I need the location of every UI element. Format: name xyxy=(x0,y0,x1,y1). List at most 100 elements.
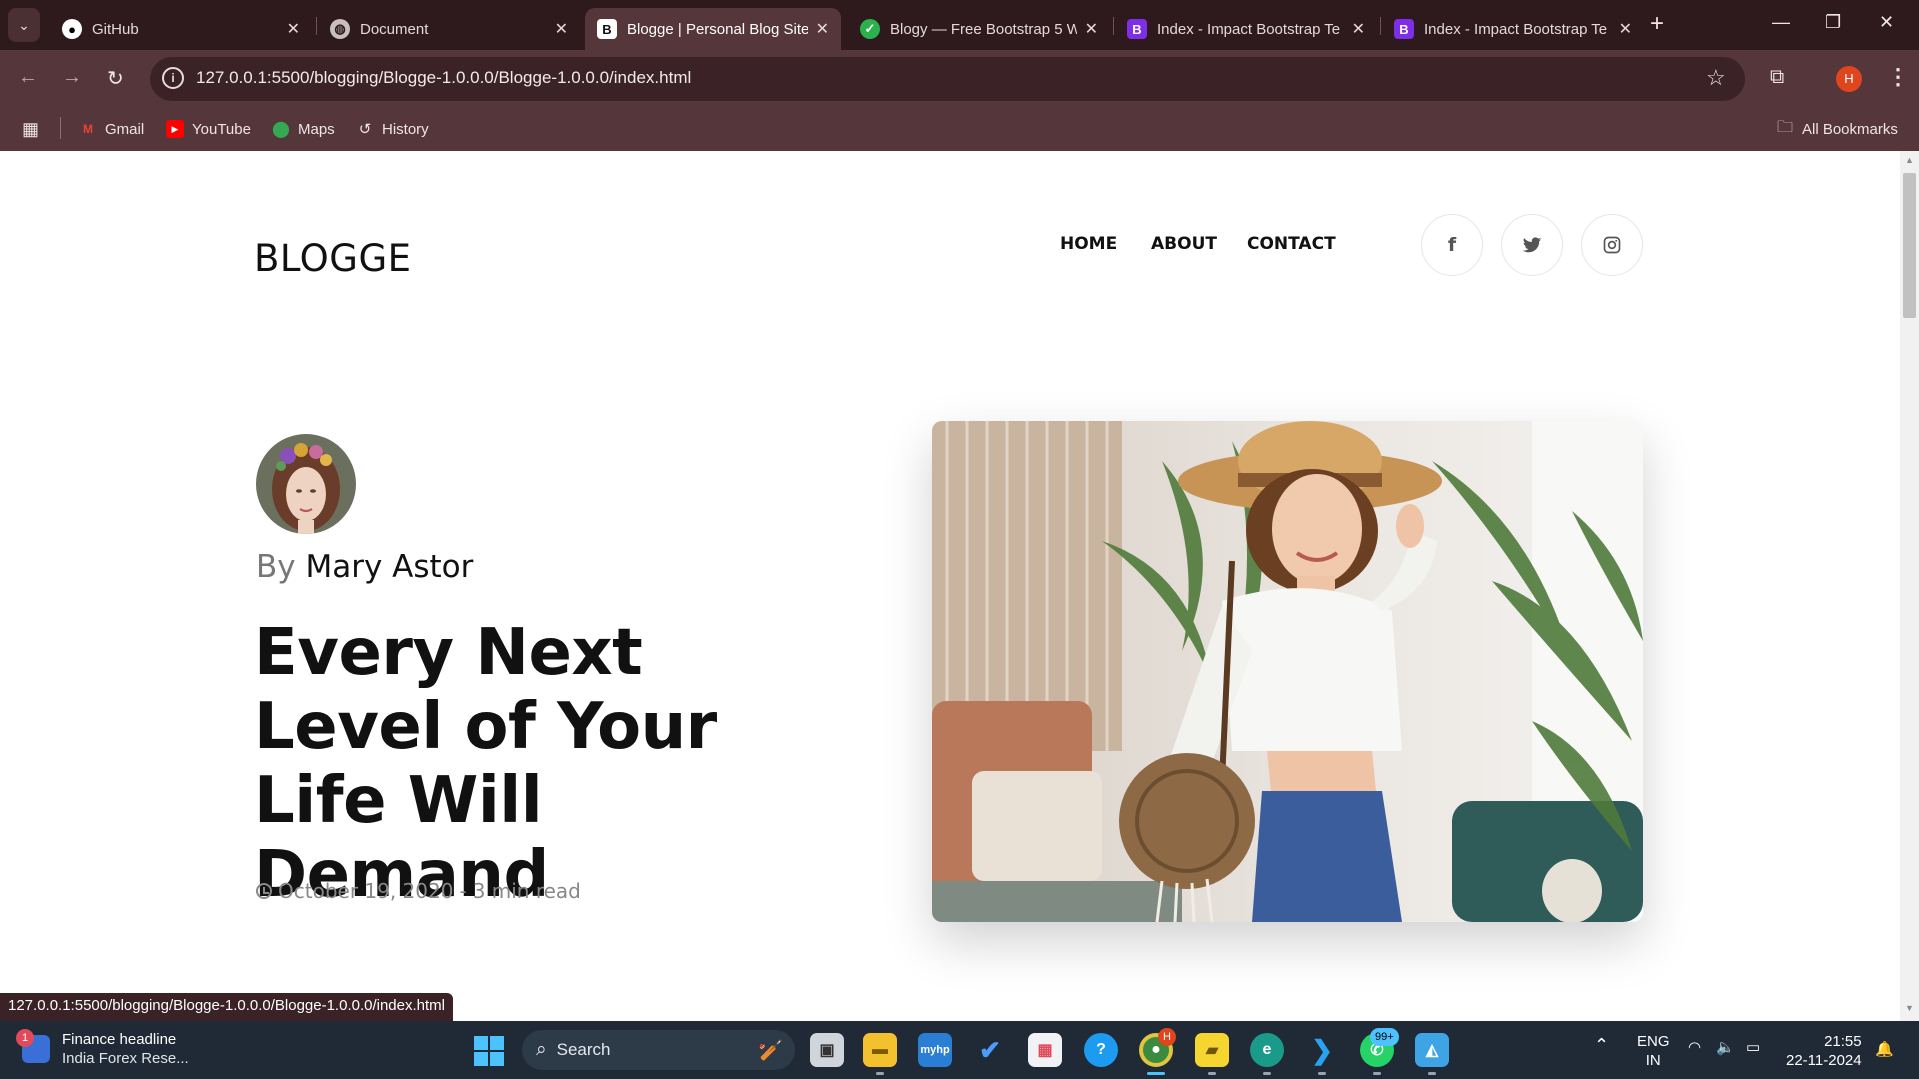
tab-impact-2[interactable]: B Index - Impact Bootstrap Te ✕ xyxy=(1382,8,1644,50)
tab-impact-1[interactable]: B Index - Impact Bootstrap Te ✕ xyxy=(1115,8,1377,50)
tab-title: Document xyxy=(360,20,429,38)
read-time: 3 min read xyxy=(472,879,581,903)
finance-widget-icon: 1 xyxy=(16,1029,50,1063)
clock-time: 21:55 xyxy=(1824,1033,1862,1050)
battery-icon[interactable]: ▭ xyxy=(1746,1038,1760,1056)
reload-icon[interactable]: ↻ xyxy=(107,66,124,91)
facebook-icon[interactable]: f xyxy=(1421,214,1483,276)
bookmark-star-icon[interactable]: ☆ xyxy=(1706,65,1726,91)
restore-icon[interactable]: ❐ xyxy=(1825,12,1841,33)
browser-menu-icon[interactable]: ⋮ xyxy=(1887,64,1909,90)
url-text[interactable]: 127.0.0.1:5500/blogging/Blogge-1.0.0.0/B… xyxy=(196,68,691,88)
page-scrollbar[interactable]: ▲ ▼ xyxy=(1900,151,1919,1021)
photos-icon[interactable]: ◭ xyxy=(1415,1033,1449,1067)
close-tab-icon[interactable]: ✕ xyxy=(1352,19,1365,39)
taskbar-search[interactable]: ⌕ Search 🏏 xyxy=(522,1030,795,1070)
bootstrap-b-icon: B xyxy=(1394,19,1414,39)
scroll-thumb[interactable] xyxy=(1903,173,1916,318)
twitter-icon[interactable] xyxy=(1501,214,1563,276)
site-info-icon[interactable]: i xyxy=(162,67,184,89)
instagram-icon[interactable] xyxy=(1581,214,1643,276)
nav-home[interactable]: HOME xyxy=(1060,234,1117,254)
close-tab-icon[interactable]: ✕ xyxy=(287,19,300,39)
language-indicator[interactable]: ENG IN xyxy=(1637,1032,1670,1070)
tab-divider xyxy=(316,17,317,35)
author-name[interactable]: Mary Astor xyxy=(305,549,473,585)
tab-github[interactable]: ● GitHub ✕ xyxy=(50,8,312,50)
close-tab-icon[interactable]: ✕ xyxy=(1085,19,1098,39)
myhp-icon[interactable]: myhp xyxy=(918,1033,952,1067)
bootstrap-b-icon: B xyxy=(1127,19,1147,39)
clock-date: 22-11-2024 xyxy=(1786,1052,1862,1069)
vscode-icon[interactable]: ❯ xyxy=(1305,1033,1339,1067)
bookmark-label: YouTube xyxy=(192,120,251,138)
running-indicator xyxy=(1318,1072,1326,1075)
hero-image[interactable] xyxy=(932,421,1643,922)
edge-icon[interactable]: e xyxy=(1250,1033,1284,1067)
history-icon: ↺ xyxy=(358,121,372,138)
bookmark-maps[interactable]: ⬤ Maps xyxy=(272,116,335,142)
running-indicator xyxy=(876,1072,884,1075)
bookmark-divider xyxy=(60,117,61,139)
clock-icon xyxy=(256,883,272,899)
active-indicator xyxy=(1147,1072,1165,1075)
bootstrap-b-icon: B xyxy=(597,19,617,39)
folder-icon: 🗀 xyxy=(1776,118,1793,136)
chrome-profile-badge: H xyxy=(1158,1028,1176,1046)
widget-title: Finance headline xyxy=(62,1031,177,1048)
tab-blogge[interactable]: B Blogge | Personal Blog Site ✕ xyxy=(585,8,841,50)
tab-title: Index - Impact Bootstrap Te xyxy=(1157,20,1341,38)
nav-about[interactable]: ABOUT xyxy=(1151,234,1217,254)
task-view-icon[interactable]: ▣ xyxy=(810,1033,844,1067)
search-highlight-icon: 🏏 xyxy=(758,1040,783,1062)
close-tab-icon[interactable]: ✕ xyxy=(816,19,829,39)
close-tab-icon[interactable]: ✕ xyxy=(555,19,568,39)
site-logo[interactable]: BLOGGE xyxy=(254,237,412,280)
new-tab-icon[interactable]: + xyxy=(1650,10,1664,38)
news-widget[interactable]: 1 Finance headline India Forex Rese... xyxy=(16,1029,189,1068)
nav-contact[interactable]: CONTACT xyxy=(1247,234,1336,254)
help-icon[interactable]: ? xyxy=(1084,1033,1118,1067)
ms-store-icon[interactable]: ▦ xyxy=(1028,1033,1062,1067)
byline-prefix: By xyxy=(256,549,296,585)
bookmark-gmail[interactable]: M Gmail xyxy=(79,116,144,142)
running-indicator xyxy=(1208,1072,1216,1075)
wifi-icon[interactable]: ◠ xyxy=(1688,1038,1701,1056)
tab-blogy[interactable]: ✓ Blogy — Free Bootstrap 5 W ✕ xyxy=(848,8,1110,50)
profile-avatar[interactable]: H xyxy=(1836,66,1862,92)
minimize-icon[interactable]: — xyxy=(1772,12,1790,33)
post-meta: October 19, 2020 - 3 min read xyxy=(256,879,581,903)
post-title[interactable]: Every Next Level of Your Life Will Deman… xyxy=(254,616,814,912)
sticky-notes-icon[interactable]: ▰ xyxy=(1195,1033,1229,1067)
whatsapp-badge: 99+ xyxy=(1370,1028,1399,1046)
close-tab-icon[interactable]: ✕ xyxy=(1619,19,1632,39)
system-clock[interactable]: 21:55 22-11-2024 xyxy=(1786,1032,1862,1070)
notification-bell-icon[interactable]: 🔔 xyxy=(1875,1040,1894,1058)
start-button[interactable] xyxy=(474,1036,504,1066)
volume-icon[interactable]: 🔈 xyxy=(1716,1038,1735,1056)
running-indicator xyxy=(1263,1072,1271,1075)
bookmark-history[interactable]: ↺ History xyxy=(356,116,429,142)
extensions-icon[interactable]: ⧉ xyxy=(1770,66,1784,89)
leaf-icon: ✓ xyxy=(860,19,880,39)
back-icon[interactable]: ← xyxy=(18,66,38,89)
bookmark-youtube[interactable]: ▶ YouTube xyxy=(166,116,251,142)
tab-title: GitHub xyxy=(92,20,139,38)
bookmark-label: Maps xyxy=(298,120,335,138)
close-window-icon[interactable]: ✕ xyxy=(1879,12,1894,33)
scroll-up-arrow-icon[interactable]: ▲ xyxy=(1905,155,1914,165)
file-explorer-icon[interactable]: ▬ xyxy=(863,1033,897,1067)
gmail-icon: M xyxy=(83,122,93,136)
forward-icon[interactable]: → xyxy=(62,66,82,89)
bookmark-label: History xyxy=(382,120,429,138)
todo-check-icon[interactable]: ✔ xyxy=(973,1033,1007,1067)
youtube-icon: ▶ xyxy=(166,120,184,138)
apps-grid-icon[interactable]: ▦ xyxy=(22,116,39,142)
globe-icon: ◍ xyxy=(330,19,350,39)
chevron-up-icon[interactable]: ⌃ xyxy=(1594,1035,1609,1056)
tab-document[interactable]: ◍ Document ✕ xyxy=(318,8,580,50)
post-date: October 19, 2020 xyxy=(278,879,454,903)
tab-search-button[interactable]: ⌄ xyxy=(8,8,40,42)
scroll-down-arrow-icon[interactable]: ▼ xyxy=(1905,1003,1914,1013)
all-bookmarks[interactable]: 🗀 All Bookmarks xyxy=(1776,116,1898,142)
